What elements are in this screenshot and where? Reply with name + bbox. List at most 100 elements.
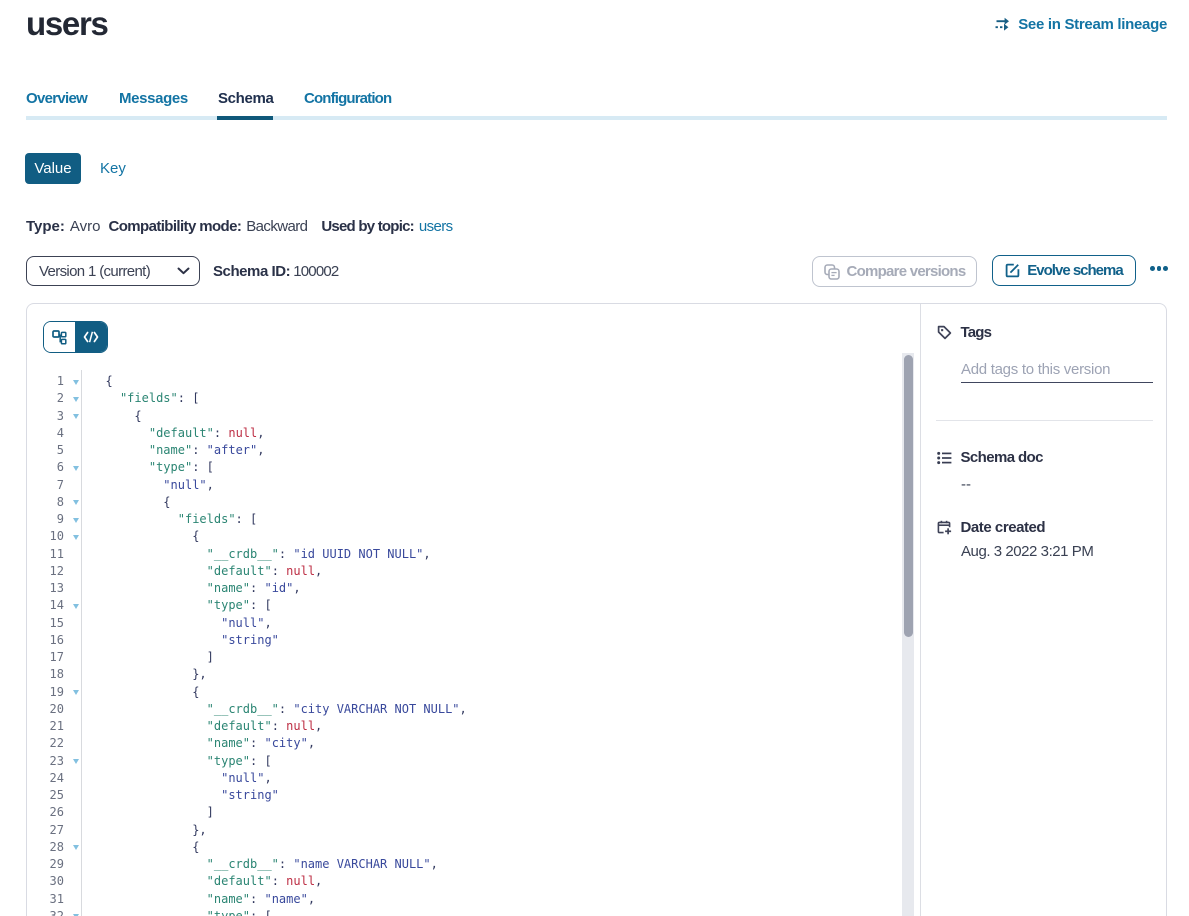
fold-arrow-icon[interactable] — [73, 414, 79, 419]
stream-lineage-label: See in Stream lineage — [1018, 16, 1167, 33]
code-line: 11 "__crdb__": "id UUID NOT NULL", — [28, 546, 902, 563]
code-lines: 1{2 "fields": [3 {4 "default": null,5 "n… — [28, 373, 902, 916]
type-label: Type: — [26, 218, 65, 235]
tab-schema[interactable]: Schema — [218, 90, 273, 107]
compare-versions-label: Compare versions — [847, 263, 966, 280]
tags-input[interactable] — [961, 361, 1153, 383]
edit-icon — [1005, 263, 1020, 278]
stream-lineage-icon — [995, 17, 1011, 32]
code-text: ] — [106, 804, 214, 821]
code-line: 4 "default": null, — [28, 425, 902, 442]
list-icon — [937, 451, 952, 465]
code-text: "__crdb__": "city VARCHAR NOT NULL", — [106, 701, 467, 718]
line-number: 19 — [28, 684, 64, 701]
line-number: 23 — [28, 753, 64, 770]
line-number: 3 — [28, 408, 64, 425]
date-created-value: Aug. 3 2022 3:21 PM — [961, 543, 1093, 560]
code-line: 29 "__crdb__": "name VARCHAR NULL", — [28, 856, 902, 873]
schema-sidebar: Tags Schema doc -- — [920, 304, 1167, 916]
line-number: 12 — [28, 563, 64, 580]
code-line: 27 }, — [28, 822, 902, 839]
code-line: 10 { — [28, 528, 902, 545]
line-number: 9 — [28, 511, 64, 528]
code-line: 14 "type": [ — [28, 597, 902, 614]
code-text: "null", — [106, 770, 272, 787]
code-view-button[interactable] — [75, 322, 107, 352]
line-number: 1 — [28, 373, 64, 390]
fold-arrow-icon[interactable] — [73, 380, 79, 385]
code-text: "fields": [ — [106, 511, 258, 528]
code-text: "__crdb__": "name VARCHAR NULL", — [106, 856, 438, 873]
line-number: 25 — [28, 787, 64, 804]
ellipsis-dot — [1157, 266, 1162, 271]
line-number: 20 — [28, 701, 64, 718]
code-editor[interactable]: 1{2 "fields": [3 {4 "default": null,5 "n… — [28, 353, 902, 916]
fold-arrow-icon[interactable] — [73, 466, 79, 471]
code-text: "name": "city", — [106, 735, 316, 752]
fold-arrow-icon[interactable] — [73, 604, 79, 609]
tree-view-button[interactable] — [44, 322, 75, 352]
used-by-topic-label: Used by topic: — [321, 218, 414, 235]
date-created-heading: Date created — [961, 519, 1046, 536]
line-number: 27 — [28, 822, 64, 839]
code-line: 28 { — [28, 839, 902, 856]
code-text: "null", — [106, 477, 214, 494]
fold-arrow-icon[interactable] — [73, 845, 79, 850]
line-number: 28 — [28, 839, 64, 856]
fold-arrow-icon[interactable] — [73, 759, 79, 764]
code-line: 18 }, — [28, 666, 902, 683]
editor-scrollbar-thumb[interactable] — [904, 355, 913, 637]
code-text: "string" — [106, 787, 279, 804]
tag-icon — [937, 325, 952, 340]
line-number: 30 — [28, 873, 64, 890]
line-number: 10 — [28, 528, 64, 545]
fold-arrow-icon[interactable] — [73, 500, 79, 505]
fold-arrow-icon[interactable] — [73, 690, 79, 695]
code-text: "default": null, — [106, 563, 323, 580]
line-number: 16 — [28, 632, 64, 649]
code-text: "string" — [106, 632, 279, 649]
compare-versions-button[interactable]: Compare versions — [812, 256, 977, 287]
fold-arrow-icon[interactable] — [73, 535, 79, 540]
tab-messages[interactable]: Messages — [119, 90, 188, 107]
code-line: 7 "null", — [28, 477, 902, 494]
active-tab-underline — [217, 116, 273, 121]
value-key-toggle: Value Key — [25, 153, 126, 184]
code-line: 16 "string" — [28, 632, 902, 649]
code-line: 12 "default": null, — [28, 563, 902, 580]
evolve-schema-button[interactable]: Evolve schema — [992, 255, 1136, 286]
editor-scrollbar[interactable] — [902, 353, 914, 916]
code-line: 23 "type": [ — [28, 753, 902, 770]
code-text: { — [106, 684, 200, 701]
code-text: { — [106, 839, 200, 856]
code-line: 25 "string" — [28, 787, 902, 804]
code-line: 2 "fields": [ — [28, 390, 902, 407]
type-value: Avro — [70, 218, 101, 235]
code-line: 8 { — [28, 494, 902, 511]
code-line: 3 { — [28, 408, 902, 425]
schema-id-label: Schema ID: — [213, 263, 290, 280]
fold-arrow-icon[interactable] — [73, 518, 79, 523]
schema-meta-row: Type: Avro Compatibility mode: Backward … — [26, 218, 453, 235]
value-toggle-button[interactable]: Value — [25, 153, 81, 184]
code-text: ] — [106, 649, 214, 666]
line-number: 8 — [28, 494, 64, 511]
line-number: 18 — [28, 666, 64, 683]
code-text: "null", — [106, 615, 272, 632]
more-actions-button[interactable] — [1143, 253, 1175, 284]
key-toggle-button[interactable]: Key — [100, 153, 126, 184]
code-line: 9 "fields": [ — [28, 511, 902, 528]
code-line: 22 "name": "city", — [28, 735, 902, 752]
fold-arrow-icon[interactable] — [73, 397, 79, 402]
code-text: { — [106, 528, 200, 545]
tab-configuration[interactable]: Configuration — [304, 90, 391, 107]
stream-lineage-link[interactable]: See in Stream lineage — [995, 16, 1167, 33]
topic-link[interactable]: users — [419, 218, 453, 235]
code-line: 17 ] — [28, 649, 902, 666]
tab-overview[interactable]: Overview — [26, 90, 87, 107]
code-line: 30 "default": null, — [28, 873, 902, 890]
calendar-plus-icon — [937, 520, 952, 535]
code-view-icon — [83, 331, 99, 343]
version-select[interactable]: Version 1 (current) — [26, 256, 200, 286]
sidebar-separator — [936, 420, 1153, 421]
